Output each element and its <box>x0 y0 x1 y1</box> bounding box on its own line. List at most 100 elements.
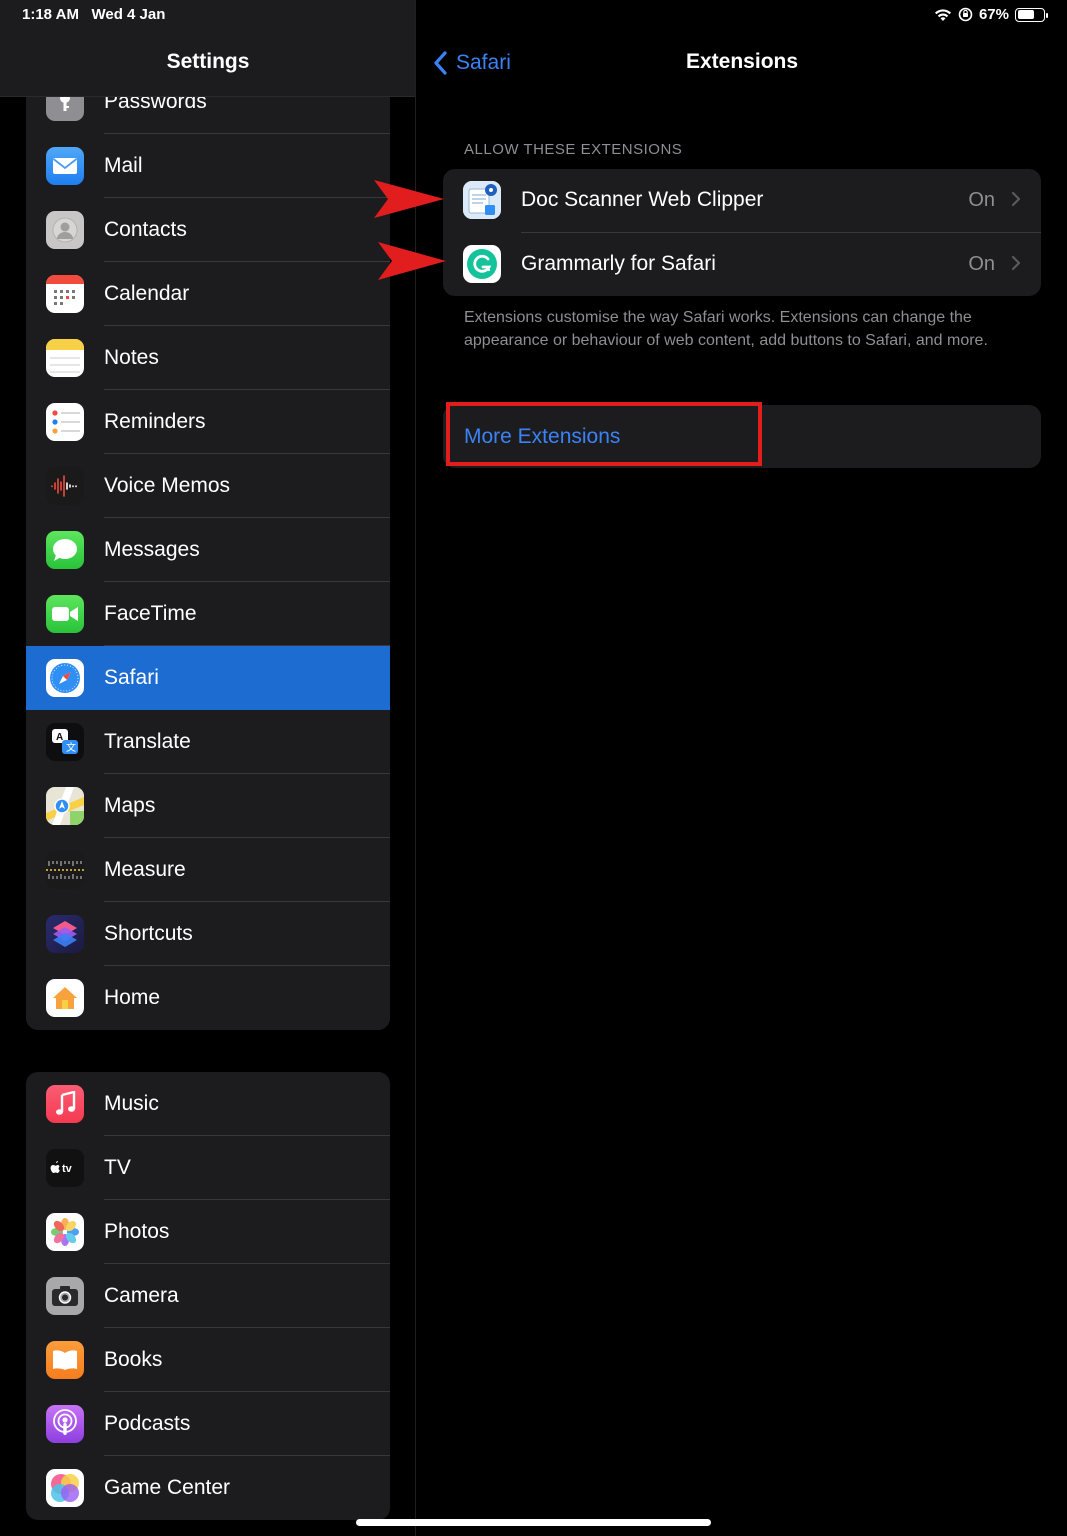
extension-status: On <box>968 189 995 211</box>
sidebar-item-label: Measure <box>104 858 186 881</box>
sidebar-item-label: Mail <box>104 154 143 177</box>
sidebar-item-home[interactable]: Home <box>26 966 390 1030</box>
sidebar-item-reminders[interactable]: Reminders <box>26 390 390 454</box>
sidebar-item-safari[interactable]: Safari <box>26 646 390 710</box>
sidebar-item-notes[interactable]: Notes <box>26 326 390 390</box>
status-bar: 1:18 AM Wed 4 Jan 67% <box>0 0 1067 30</box>
tv-icon: tv <box>46 1149 84 1187</box>
sidebar-item-facetime[interactable]: FaceTime <box>26 582 390 646</box>
extension-status: On <box>968 253 995 275</box>
sidebar-item-label: Maps <box>104 794 156 817</box>
mail-icon <box>46 147 84 185</box>
measure-icon <box>46 851 84 889</box>
sidebar-item-photos[interactable]: Photos <box>26 1200 390 1264</box>
sidebar-item-label: Home <box>104 986 161 1009</box>
calendar-icon <box>46 275 84 313</box>
sidebar-item-label: Shortcuts <box>104 922 193 945</box>
reminders-icon <box>46 403 84 441</box>
sidebar-item-podcasts[interactable]: Podcasts <box>26 1392 390 1456</box>
svg-text:A: A <box>56 732 63 743</box>
sidebar-item-calendar[interactable]: Calendar <box>26 262 390 326</box>
safari-icon <box>46 659 84 697</box>
annotation-arrow-icon <box>374 180 444 218</box>
sidebar-item-voice-memos[interactable]: Voice Memos <box>26 454 390 518</box>
sidebar-item-label: Voice Memos <box>104 474 231 497</box>
back-label: Safari <box>456 51 511 74</box>
extension-label: Doc Scanner Web Clipper <box>521 188 764 211</box>
notes-icon <box>46 339 84 377</box>
sidebar-item-mail[interactable]: Mail <box>26 134 390 198</box>
sidebar-item-measure[interactable]: Measure <box>26 838 390 902</box>
sidebar-item-contacts[interactable]: Contacts <box>26 198 390 262</box>
music-icon <box>46 1085 84 1123</box>
facetime-icon <box>46 595 84 633</box>
contacts-icon <box>46 211 84 249</box>
sidebar-title: Settings <box>166 50 250 73</box>
maps-icon <box>46 787 84 825</box>
shortcuts-icon <box>46 915 84 953</box>
sidebar-item-music[interactable]: Music <box>26 1072 390 1136</box>
orientation-lock-icon <box>958 7 973 22</box>
translate-icon: A文 <box>46 723 84 761</box>
game-center-icon <box>46 1469 84 1507</box>
chevron-right-icon <box>1011 255 1021 271</box>
doc-scanner-icon <box>463 181 501 219</box>
sidebar-item-label: Music <box>104 1092 159 1115</box>
chevron-right-icon <box>1011 191 1021 207</box>
extension-row-doc-scanner[interactable]: Doc Scanner Web Clipper On <box>443 169 1041 232</box>
sidebar-item-tv[interactable]: tv TV <box>26 1136 390 1200</box>
svg-text:文: 文 <box>66 741 76 754</box>
sidebar-item-books[interactable]: Books <box>26 1328 390 1392</box>
sidebar: Settings Passwords Mail Contacts Calenda… <box>0 0 416 1536</box>
camera-icon <box>46 1277 84 1315</box>
sidebar-item-label: Camera <box>104 1284 179 1307</box>
page-title: Extensions <box>686 50 799 73</box>
svg-text:tv: tv <box>62 1163 73 1175</box>
back-button[interactable]: Safari <box>432 50 511 76</box>
wifi-icon <box>934 8 951 21</box>
settings-group-1: Passwords Mail Contacts Calendar Notes R… <box>26 70 390 1030</box>
annotation-highlight-box <box>446 402 762 466</box>
messages-icon <box>46 531 84 569</box>
sidebar-item-label: Translate <box>104 730 191 753</box>
sidebar-item-game-center[interactable]: Game Center <box>26 1456 390 1520</box>
grammarly-icon <box>463 245 501 283</box>
battery-icon <box>1015 7 1048 22</box>
status-right: 67% <box>934 6 1048 23</box>
home-icon <box>46 979 84 1017</box>
sidebar-item-label: Calendar <box>104 282 190 305</box>
sidebar-item-label: Messages <box>104 538 200 561</box>
sidebar-item-camera[interactable]: Camera <box>26 1264 390 1328</box>
time-text: 1:18 AM <box>22 6 79 23</box>
podcasts-icon <box>46 1405 84 1443</box>
section-header: ALLOW THESE EXTENSIONS <box>464 141 683 158</box>
settings-group-2: Music tv TV Photos Camera Books Podcasts… <box>26 1072 390 1520</box>
sidebar-item-maps[interactable]: Maps <box>26 774 390 838</box>
extensions-list: Doc Scanner Web Clipper On Grammarly for… <box>443 169 1041 296</box>
sidebar-item-label: Contacts <box>104 218 187 241</box>
chevron-left-icon <box>434 51 447 75</box>
sidebar-item-label: Podcasts <box>104 1412 191 1435</box>
home-indicator[interactable] <box>356 1519 711 1526</box>
sidebar-item-translate[interactable]: A文 Translate <box>26 710 390 774</box>
sidebar-item-label: Game Center <box>104 1476 231 1499</box>
sidebar-item-label: FaceTime <box>104 602 197 625</box>
section-footer: Extensions customise the way Safari work… <box>464 309 988 349</box>
battery-percent: 67% <box>978 6 1009 23</box>
annotation-arrow-icon <box>378 242 446 280</box>
sidebar-item-messages[interactable]: Messages <box>26 518 390 582</box>
extension-row-grammarly[interactable]: Grammarly for Safari On <box>443 233 1041 296</box>
date-text: Wed 4 Jan <box>91 6 166 23</box>
sidebar-item-label: Reminders <box>104 410 206 433</box>
sidebar-item-label: Photos <box>104 1220 170 1243</box>
photos-icon <box>46 1213 84 1251</box>
sidebar-item-label: Notes <box>104 346 159 369</box>
sidebar-item-label: TV <box>104 1156 131 1179</box>
sidebar-item-label: Books <box>104 1348 163 1371</box>
extension-label: Grammarly for Safari <box>521 252 716 275</box>
voice-memos-icon <box>46 467 84 505</box>
sidebar-item-shortcuts[interactable]: Shortcuts <box>26 902 390 966</box>
sidebar-item-label: Safari <box>104 666 159 689</box>
books-icon <box>46 1341 84 1379</box>
status-time: 1:18 AM Wed 4 Jan <box>22 6 165 23</box>
